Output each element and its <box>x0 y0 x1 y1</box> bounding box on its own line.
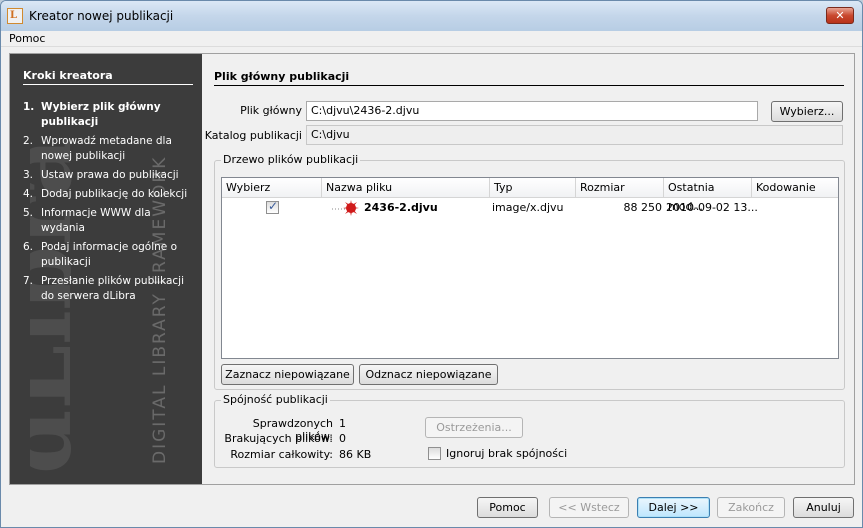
column-header-type[interactable]: Typ <box>490 178 576 198</box>
row-select-checkbox[interactable]: ✓ <box>266 199 279 214</box>
wizard-window: L Kreator nowej publikacji ✕ Pomoc dLibr… <box>0 0 863 528</box>
table-row[interactable]: ✓ 2436-2.djvu image/x.djvu 88 250 2010-0… <box>222 198 838 218</box>
back-button[interactable]: << Wstecz <box>549 497 629 518</box>
finish-button[interactable]: Zakończ <box>717 497 785 518</box>
step-item-5: 5. Informacje WWW dla wydania <box>23 206 193 236</box>
step-number: 1. <box>23 101 35 113</box>
catalog-label: Katalog publikacji <box>204 129 302 142</box>
main-file-label: Plik główny <box>240 104 302 117</box>
window-title: Kreator nowej publikacji <box>29 9 174 23</box>
step-item-1: 1. Wybierz plik główny publikacji <box>23 100 193 130</box>
ignore-consistency-checkbox[interactable] <box>428 447 441 460</box>
step-item-3: 3. Ustaw prawa do publikacji <box>23 168 193 183</box>
file-tree-legend: Drzewo plików publikacji <box>221 153 361 166</box>
step-label: Ustaw prawa do publikacji <box>41 169 179 181</box>
step-number: 6. <box>23 241 34 253</box>
steps-list: 1. Wybierz plik główny publikacji 2. Wprowa… <box>23 100 193 308</box>
section-title: Plik główny publikacji <box>214 70 844 86</box>
column-header-select[interactable]: Wybierz <box>222 178 322 198</box>
ignore-consistency-label: Ignoruj brak spójności <box>446 447 568 460</box>
step-label: Podaj informacje ogólne o publikacji <box>41 241 178 268</box>
step-item-7: 7. Przesłanie plików publikacji do serwer… <box>23 274 193 304</box>
step-label: Przesłanie plików publikacji do serwera … <box>41 275 185 302</box>
steps-title: Kroki kreatora <box>23 69 193 85</box>
warnings-button[interactable]: Ostrzeżenia... <box>425 417 523 438</box>
close-button[interactable]: ✕ <box>826 7 854 24</box>
wizard-body: dLibra DIGITAL LIBRARY FRAMEWORK Kroki k… <box>9 53 855 485</box>
menu-help[interactable]: Pomoc <box>9 32 45 45</box>
row-type: image/x.djvu <box>492 201 564 214</box>
step-number: 7. <box>23 275 34 287</box>
file-table-header: Wybierz Nazwa pliku Typ Rozmiar Ostatnia… <box>222 178 838 213</box>
step-item-2: 2. Wprowadź metadane dla nowej publikacji <box>23 134 193 164</box>
wizard-footer: Pomoc << Wstecz Dalej >> Zakończ Anuluj <box>1 487 862 527</box>
catalog-field: C:\djvu <box>306 125 843 145</box>
main-file-field[interactable]: C:\djvu\2436-2.djvu <box>306 101 758 121</box>
help-button[interactable]: Pomoc <box>477 497 538 518</box>
column-header-filename[interactable]: Nazwa pliku <box>322 178 490 198</box>
mark-unlinked-button[interactable]: Zaznacz niepowiązane <box>221 364 354 385</box>
step-number: 4. <box>23 188 34 200</box>
step-number: 2. <box>23 135 34 147</box>
row-size: 88 250 <box>623 201 663 214</box>
title-bar[interactable]: L Kreator nowej publikacji ✕ <box>1 1 862 31</box>
file-table: Wybierz Nazwa pliku Typ Rozmiar Ostatnia… <box>221 177 839 359</box>
choose-file-button[interactable]: Wybierz... <box>771 101 843 122</box>
step-label: Wybierz plik główny publikacji <box>41 101 161 128</box>
missing-files-label: Brakujących plików: <box>224 432 333 445</box>
total-size-label: Rozmiar całkowity: <box>230 448 333 461</box>
column-header-encoding[interactable]: Kodowanie <box>752 178 838 198</box>
checked-files-value: 1 <box>339 417 346 430</box>
consistency-group: Spójność publikacji Sprawdzonych plików:… <box>214 393 845 468</box>
menu-bar: Pomoc <box>1 31 862 47</box>
step-label: Dodaj publikację do kolekcji <box>41 188 188 200</box>
step-item-4: 4. Dodaj publikację do kolekcji <box>23 187 193 202</box>
step-number: 5. <box>23 207 34 219</box>
file-tree-group: Drzewo plików publikacji Wybierz Nazwa p… <box>214 153 845 390</box>
step-label: Informacje WWW dla wydania <box>41 207 151 234</box>
consistency-legend: Spójność publikacji <box>221 393 330 406</box>
unmark-unlinked-button[interactable]: Odznacz niepowiązane <box>359 364 498 385</box>
app-icon: L <box>7 8 23 24</box>
column-header-size[interactable]: Rozmiar <box>576 178 664 198</box>
missing-files-value: 0 <box>339 432 346 445</box>
column-header-modified[interactable]: Ostatnia mod... <box>664 178 752 213</box>
main-panel: Plik główny publikacji Plik główny C:\dj… <box>202 54 854 484</box>
row-filename: 2436-2.djvu <box>364 201 438 214</box>
next-button[interactable]: Dalej >> <box>637 497 710 518</box>
step-label: Wprowadź metadane dla nowej publikacji <box>41 135 172 162</box>
total-size-value: 86 KB <box>339 448 372 461</box>
cancel-button[interactable]: Anuluj <box>793 497 854 518</box>
row-modified: 2010-09-02 13... <box>666 201 758 214</box>
wizard-steps-sidebar: dLibra DIGITAL LIBRARY FRAMEWORK Kroki k… <box>10 54 202 484</box>
djvu-file-icon <box>343 200 359 216</box>
step-item-6: 6. Podaj informacje ogólne o publikacji <box>23 240 193 270</box>
step-number: 3. <box>23 169 34 181</box>
